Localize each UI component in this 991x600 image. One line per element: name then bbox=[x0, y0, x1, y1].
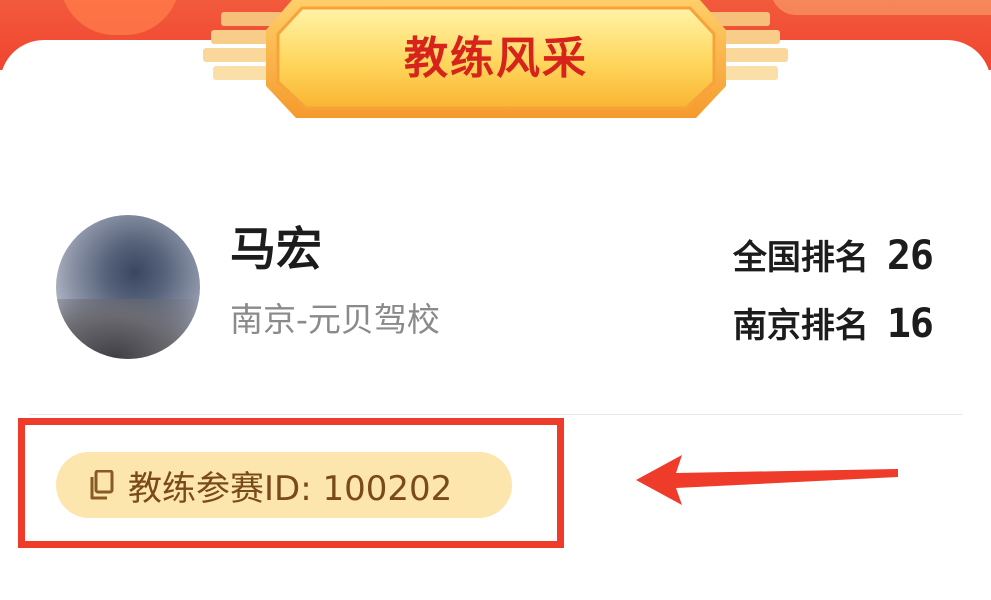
divider bbox=[30, 414, 962, 415]
header-decoration-left bbox=[60, 0, 180, 35]
left-arrow-icon bbox=[636, 455, 898, 505]
city-rank: 南京排名 16 bbox=[732, 298, 934, 347]
coach-avatar bbox=[56, 215, 200, 359]
competition-id-pill[interactable]: 教练参赛ID: 100202 bbox=[56, 452, 512, 518]
national-rank: 全国排名 26 bbox=[732, 230, 934, 279]
city-rank-label: 南京排名 bbox=[732, 306, 869, 346]
city-rank-value: 16 bbox=[886, 301, 934, 347]
avatar-photo-shade bbox=[56, 299, 200, 359]
coach-name: 马宏 bbox=[230, 222, 322, 276]
header-decoration-right bbox=[771, 0, 991, 15]
national-rank-value: 26 bbox=[886, 233, 934, 279]
national-rank-label: 全国排名 bbox=[732, 238, 869, 278]
copy-icon[interactable] bbox=[88, 470, 114, 500]
page-title: 教练风采 bbox=[404, 33, 588, 84]
coach-school: 南京-元贝驾校 bbox=[230, 300, 440, 339]
competition-id-text: 教练参赛ID: 100202 bbox=[128, 468, 453, 509]
